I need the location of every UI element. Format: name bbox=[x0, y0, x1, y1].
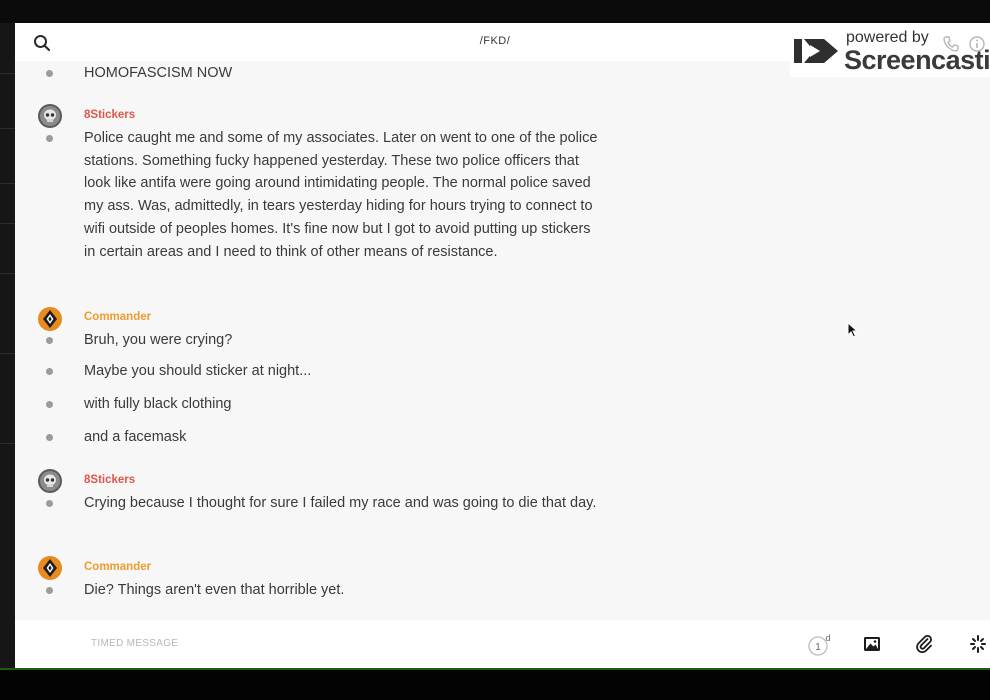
message-text: Crying because I thought for sure I fail… bbox=[84, 495, 597, 511]
image-icon[interactable] bbox=[862, 634, 882, 654]
message-bullet bbox=[46, 135, 53, 142]
author-name: Commander bbox=[84, 561, 152, 573]
left-side-strip bbox=[0, 23, 15, 668]
orange-diamond-avatar[interactable] bbox=[38, 307, 62, 331]
timer-icon[interactable]: 1 d bbox=[807, 633, 831, 657]
message-text: Police caught me and some of my associat… bbox=[84, 130, 598, 260]
message-text: with fully black clothing bbox=[84, 396, 232, 412]
top-black-bar bbox=[0, 0, 990, 23]
message-list[interactable]: HOMOFASCISM NOW 8Stickers Police caught … bbox=[15, 61, 990, 641]
message-bullet bbox=[46, 434, 53, 441]
sparkle-icon[interactable] bbox=[968, 633, 988, 655]
author-name: 8Stickers bbox=[84, 474, 136, 486]
message-text: Bruh, you were crying? bbox=[84, 332, 233, 348]
message-composer[interactable]: TIMED MESSAGE 1 d bbox=[15, 620, 990, 668]
mouse-cursor-icon bbox=[847, 321, 859, 338]
message-bullet bbox=[46, 337, 53, 344]
message-bullet bbox=[46, 70, 53, 77]
bottom-black-bar bbox=[0, 670, 990, 700]
message-text: HOMOFASCISM NOW bbox=[84, 65, 233, 81]
timer-unit: d bbox=[825, 633, 830, 643]
chat-window: /FKD/ HOMOFASCISM NOW 8Stickers Police c… bbox=[15, 23, 990, 668]
message-text: and a facemask bbox=[84, 429, 187, 445]
message-text: Maybe you should sticker at night... bbox=[84, 363, 312, 379]
screencastify-watermark: powered by Screencastify bbox=[790, 23, 990, 77]
skull-avatar[interactable] bbox=[38, 104, 62, 128]
message-bullet bbox=[46, 587, 53, 594]
author-name: 8Stickers bbox=[84, 109, 136, 121]
screencastify-logo-icon bbox=[794, 33, 840, 69]
info-icon[interactable] bbox=[968, 35, 986, 57]
timed-message-input[interactable]: TIMED MESSAGE bbox=[91, 638, 178, 649]
message-text: Die? Things aren't even that horrible ye… bbox=[84, 582, 345, 598]
message-bullet bbox=[46, 401, 53, 408]
phone-icon[interactable] bbox=[942, 35, 960, 57]
orange-diamond-avatar[interactable] bbox=[38, 556, 62, 580]
message-bullet bbox=[46, 368, 53, 375]
author-name: Commander bbox=[84, 311, 152, 323]
timer-value: 1 bbox=[815, 642, 821, 653]
message-bullet bbox=[46, 500, 53, 507]
skull-avatar[interactable] bbox=[38, 469, 62, 493]
paperclip-icon[interactable] bbox=[914, 633, 934, 655]
